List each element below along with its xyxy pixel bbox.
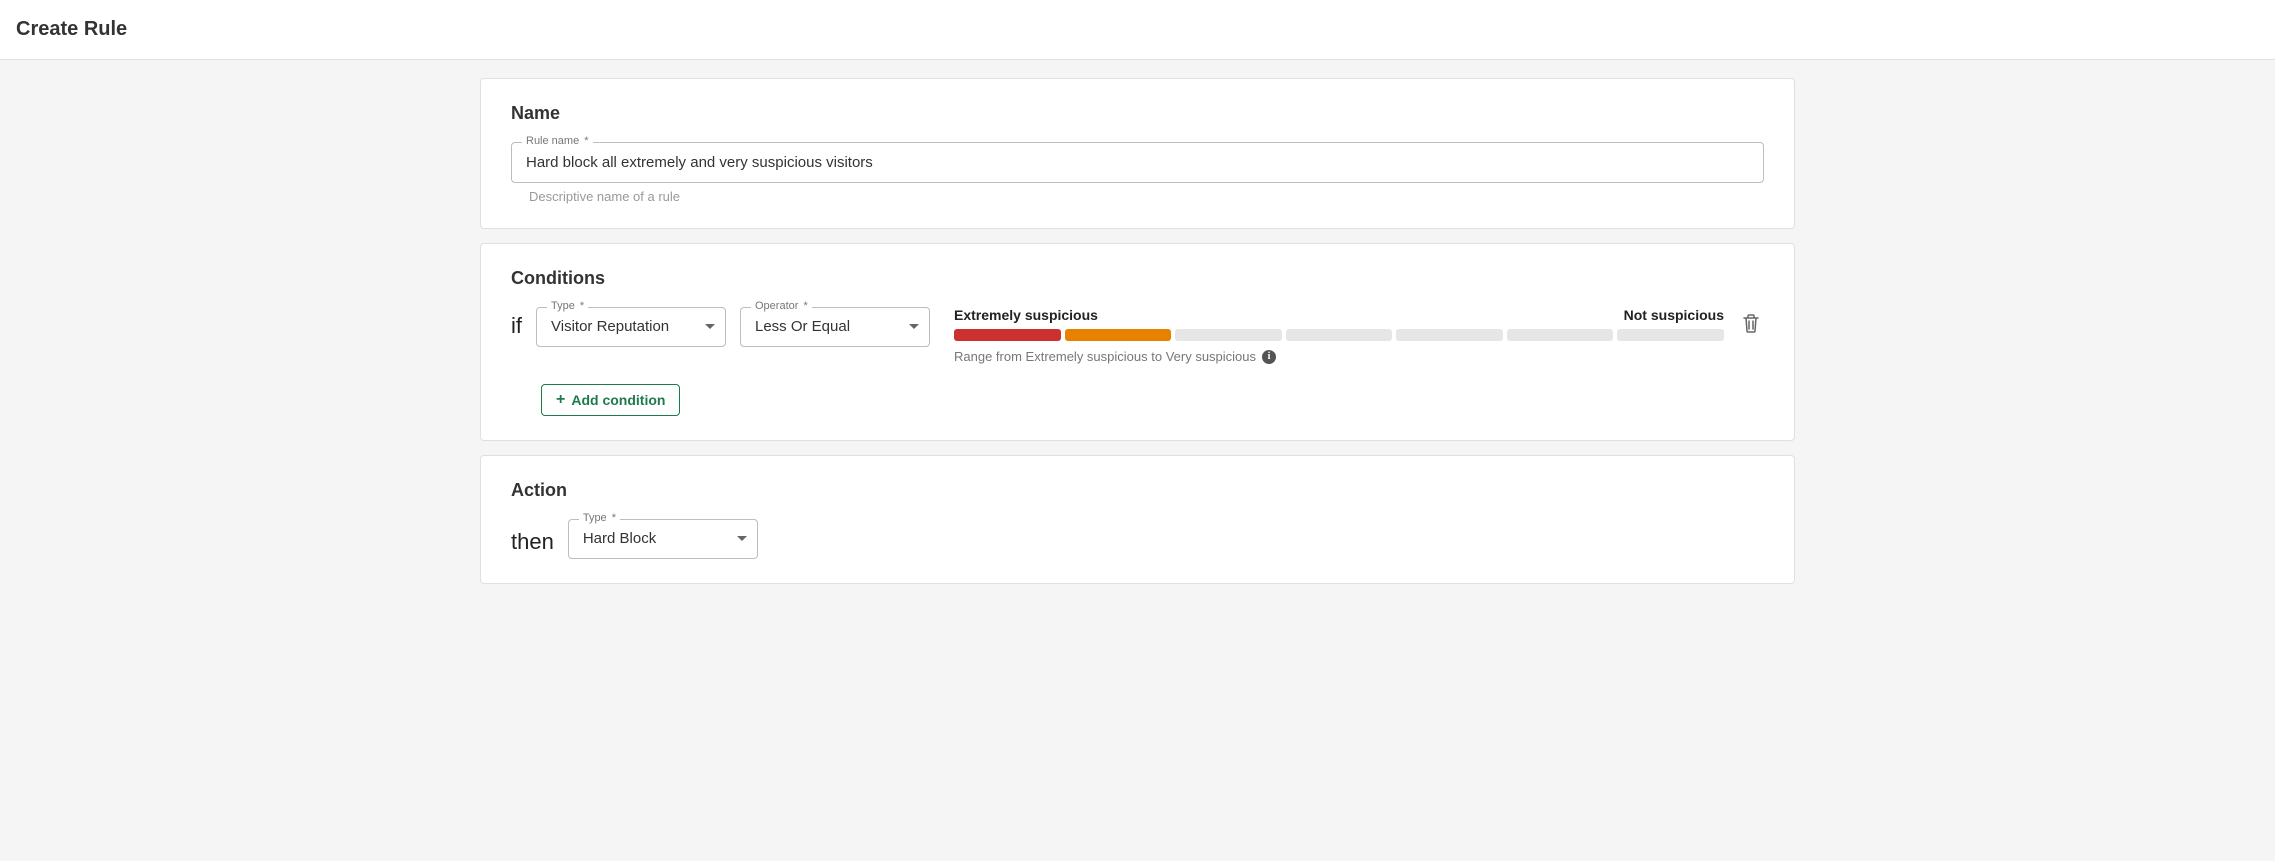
rule-name-helper: Descriptive name of a rule xyxy=(529,189,1764,204)
chevron-down-icon xyxy=(909,324,919,330)
condition-operator-value: Less Or Equal xyxy=(755,318,850,335)
name-heading: Name xyxy=(511,103,1764,124)
add-condition-button[interactable]: + Add condition xyxy=(541,384,680,416)
rule-name-input[interactable] xyxy=(524,153,1751,172)
content-area: Name Rule name * Descriptive name of a r… xyxy=(460,78,1815,584)
reputation-bar-6[interactable] xyxy=(1507,329,1614,341)
rule-name-field-wrapper: Rule name * xyxy=(511,142,1764,183)
page-header: Create Rule xyxy=(0,0,2275,60)
rule-name-label: Rule name * xyxy=(522,135,593,147)
action-type-value: Hard Block xyxy=(583,530,656,547)
action-heading: Action xyxy=(511,480,1764,501)
action-row: then Type * Hard Block xyxy=(511,519,1764,559)
reputation-right-label: Not suspicious xyxy=(1624,307,1724,323)
condition-type-label: Type * xyxy=(547,300,588,312)
page-title: Create Rule xyxy=(16,18,2259,41)
action-type-select[interactable]: Type * Hard Block xyxy=(568,519,758,559)
delete-condition-col xyxy=(1738,307,1764,338)
reputation-slider: Extremely suspicious Not suspicious Rang… xyxy=(954,307,1724,364)
conditions-heading: Conditions xyxy=(511,268,1764,289)
reputation-bar-3[interactable] xyxy=(1175,329,1282,341)
info-icon[interactable]: i xyxy=(1262,350,1276,364)
condition-operator-select[interactable]: Operator * Less Or Equal xyxy=(740,307,930,347)
chevron-down-icon xyxy=(737,536,747,542)
then-keyword: then xyxy=(511,523,554,555)
reputation-bars xyxy=(954,329,1724,341)
reputation-bar-5[interactable] xyxy=(1396,329,1503,341)
condition-type-value: Visitor Reputation xyxy=(551,318,669,335)
condition-operator-label: Operator * xyxy=(751,300,812,312)
reputation-header: Extremely suspicious Not suspicious xyxy=(954,307,1724,323)
if-keyword: if xyxy=(511,307,522,339)
reputation-footer: Range from Extremely suspicious to Very … xyxy=(954,349,1724,364)
plus-icon: + xyxy=(556,392,565,408)
condition-type-select[interactable]: Type * Visitor Reputation xyxy=(536,307,726,347)
trash-icon xyxy=(1742,313,1760,333)
conditions-card: Conditions if Type * Visitor Reputation … xyxy=(480,243,1795,441)
reputation-bar-7[interactable] xyxy=(1617,329,1724,341)
action-type-label: Type * xyxy=(579,512,620,524)
reputation-left-label: Extremely suspicious xyxy=(954,307,1098,323)
action-card: Action then Type * Hard Block xyxy=(480,455,1795,584)
condition-row: if Type * Visitor Reputation Operator * … xyxy=(511,307,1764,364)
reputation-bar-1[interactable] xyxy=(954,329,1061,341)
reputation-bar-4[interactable] xyxy=(1286,329,1393,341)
reputation-range-text: Range from Extremely suspicious to Very … xyxy=(954,349,1256,364)
name-card: Name Rule name * Descriptive name of a r… xyxy=(480,78,1795,229)
chevron-down-icon xyxy=(705,324,715,330)
reputation-bar-2[interactable] xyxy=(1065,329,1172,341)
delete-condition-button[interactable] xyxy=(1738,309,1764,337)
add-condition-label: Add condition xyxy=(571,392,665,408)
